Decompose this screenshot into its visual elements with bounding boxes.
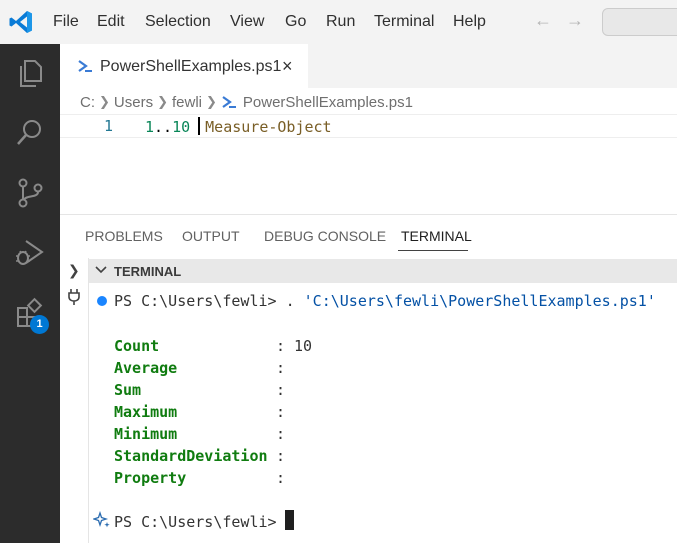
output-key-maximum: Maximum bbox=[114, 403, 178, 421]
output-key-average: Average bbox=[114, 359, 178, 377]
forward-arrow-icon[interactable]: → bbox=[566, 10, 584, 31]
breadcrumb: C: ❯ Users ❯ fewli ❯ PowerShellExamples.ps1 bbox=[80, 93, 413, 113]
output-key-sum: Sum bbox=[114, 381, 142, 399]
output-colon: : bbox=[276, 425, 286, 443]
chevron-right-icon[interactable]: ❯ bbox=[68, 262, 80, 279]
powershell-file-icon bbox=[222, 96, 236, 109]
editor-tab-bar: PowerShellExamples.ps1 × bbox=[60, 44, 677, 88]
search-icon[interactable] bbox=[13, 116, 47, 150]
output-value-count: 10 bbox=[294, 337, 313, 355]
tab-output[interactable]: OUTPUT bbox=[182, 228, 240, 244]
files-icon[interactable] bbox=[13, 56, 47, 90]
output-key-count: Count bbox=[114, 337, 160, 355]
source-control-icon[interactable] bbox=[13, 176, 47, 210]
menu-view[interactable]: View bbox=[230, 13, 264, 31]
breadcrumb-file[interactable]: PowerShellExamples.ps1 bbox=[243, 94, 413, 111]
output-key-property: Property bbox=[114, 469, 187, 487]
extensions-badge: 1 bbox=[30, 315, 49, 334]
terminal-cursor bbox=[285, 510, 294, 530]
menu-selection[interactable]: Selection bbox=[145, 13, 211, 31]
close-icon[interactable]: × bbox=[282, 56, 293, 77]
breadcrumb-users[interactable]: Users bbox=[114, 94, 153, 111]
tab-label: PowerShellExamples.ps1 bbox=[100, 58, 282, 75]
output-colon: : bbox=[276, 359, 286, 377]
breadcrumb-drive[interactable]: C: bbox=[80, 94, 95, 111]
code-line[interactable]: 1..10 Measure-Object bbox=[145, 117, 332, 136]
tab-problems[interactable]: PROBLEMS bbox=[85, 228, 163, 244]
run-debug-icon[interactable] bbox=[13, 236, 47, 270]
activity-bar: 1 bbox=[0, 44, 60, 543]
title-bar: File Edit Selection View Go Run Terminal… bbox=[0, 0, 677, 44]
output-key-minimum: Minimum bbox=[114, 425, 178, 443]
back-arrow-icon[interactable]: ← bbox=[534, 10, 552, 31]
code-range-start: 1 bbox=[145, 118, 155, 136]
text-cursor bbox=[198, 117, 201, 135]
tab-powershell-examples[interactable]: PowerShellExamples.ps1 × bbox=[60, 44, 308, 88]
menu-go[interactable]: Go bbox=[285, 13, 306, 31]
chevron-down-icon[interactable] bbox=[95, 263, 107, 277]
output-colon: : bbox=[276, 447, 286, 465]
menu-run[interactable]: Run bbox=[326, 13, 355, 31]
tab-debug-console[interactable]: DEBUG CONSOLE bbox=[264, 228, 386, 244]
menu-file[interactable]: File bbox=[53, 13, 79, 31]
breadcrumb-fewli[interactable]: fewli bbox=[172, 94, 202, 111]
output-colon: : bbox=[276, 381, 286, 399]
terminal-command-line: PS C:\Users\fewli> . 'C:\Users\fewli\Pow… bbox=[114, 292, 656, 310]
terminal-command-arg: 'C:\Users\fewli\PowerShellExamples.ps1' bbox=[303, 292, 656, 310]
terminal-section-title: TERMINAL bbox=[114, 264, 182, 279]
plug-icon[interactable] bbox=[67, 288, 81, 306]
code-cmdlet: Measure-Object bbox=[205, 118, 332, 136]
terminal-prompt: PS C:\Users\fewli> bbox=[114, 292, 286, 310]
terminal-final-prompt[interactable]: PS C:\Users\fewli> bbox=[114, 513, 277, 531]
sparkle-icon[interactable] bbox=[93, 511, 111, 529]
terminal-command: . bbox=[285, 292, 304, 310]
menu-edit[interactable]: Edit bbox=[97, 13, 125, 31]
tab-terminal[interactable]: TERMINAL bbox=[401, 228, 472, 244]
output-colon: : bbox=[276, 469, 286, 487]
menu-terminal[interactable]: Terminal bbox=[374, 13, 434, 31]
code-range-operator: .. bbox=[154, 118, 173, 136]
command-status-dot[interactable] bbox=[97, 296, 107, 306]
panel-divider bbox=[60, 214, 677, 215]
code-range-end: 10 bbox=[172, 118, 191, 136]
vscode-logo-icon bbox=[9, 11, 32, 33]
line-number: 1 bbox=[104, 117, 114, 135]
menu-help[interactable]: Help bbox=[453, 13, 486, 31]
active-tab-indicator bbox=[398, 250, 468, 251]
chevron-right-icon: ❯ bbox=[157, 94, 168, 110]
output-key-standard-deviation: StandardDeviation bbox=[114, 447, 268, 465]
output-colon: : bbox=[276, 337, 286, 355]
chevron-right-icon: ❯ bbox=[99, 94, 110, 110]
chevron-right-icon: ❯ bbox=[206, 94, 217, 110]
command-center-search[interactable] bbox=[602, 8, 677, 36]
output-colon: : bbox=[276, 403, 286, 421]
powershell-file-icon bbox=[78, 60, 92, 72]
